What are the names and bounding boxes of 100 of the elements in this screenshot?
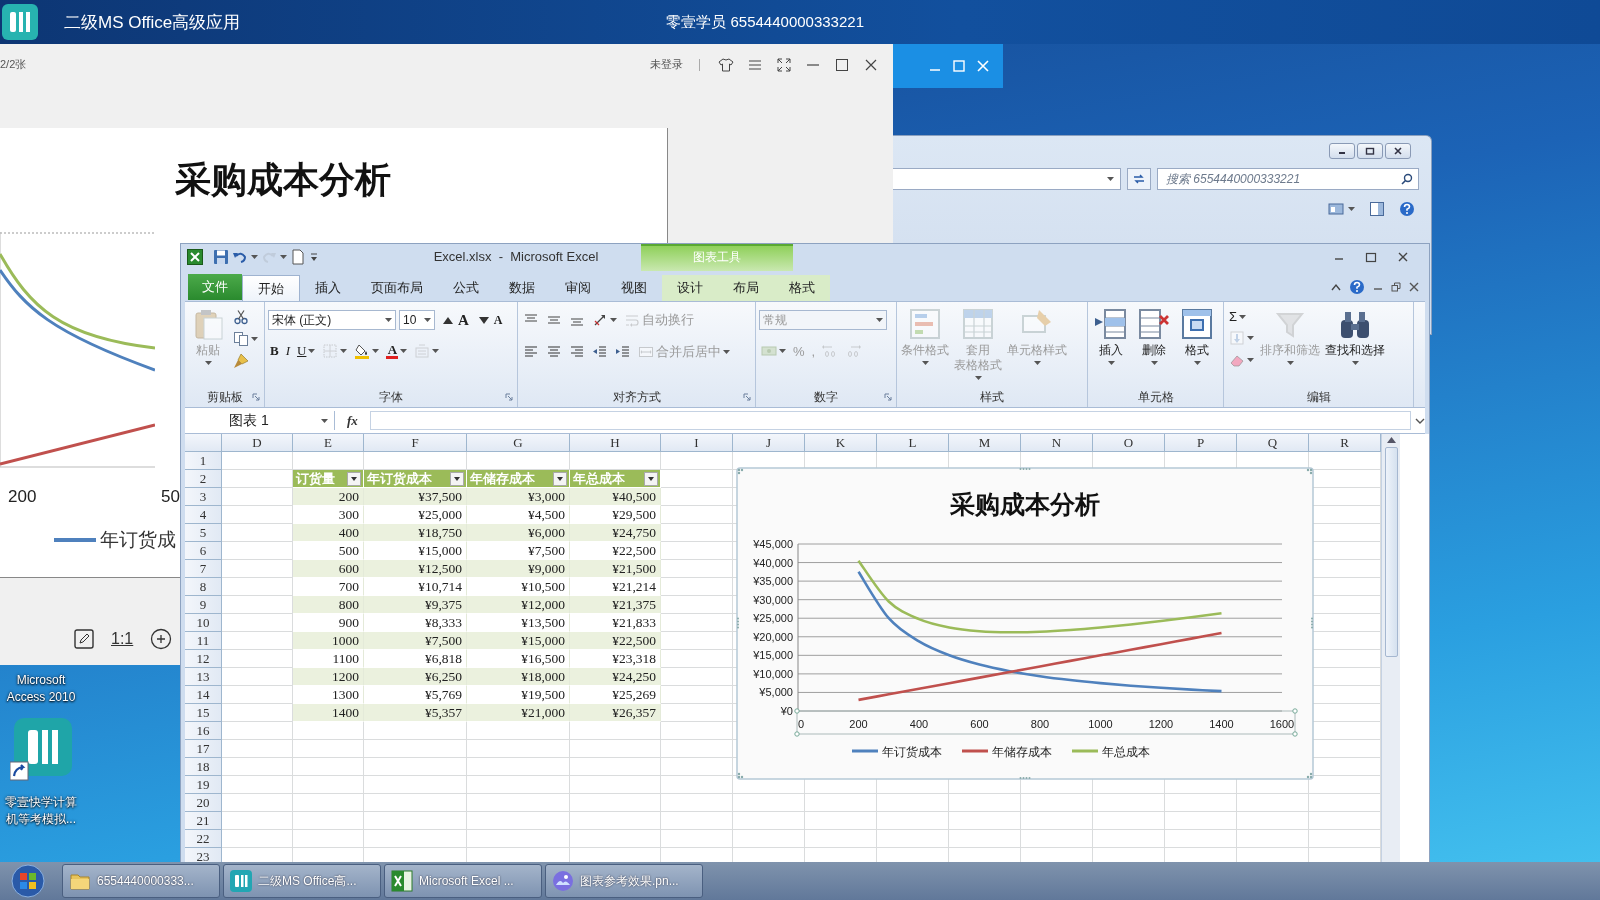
resize-handle[interactable] xyxy=(737,468,744,475)
column-header[interactable]: D xyxy=(222,434,293,452)
column-header[interactable]: Q xyxy=(1237,434,1309,452)
toolbar-button[interactable] xyxy=(231,330,260,348)
resize-handle[interactable] xyxy=(1019,777,1031,779)
scroll-up-icon[interactable] xyxy=(1386,437,1396,443)
insert-function-button[interactable]: fx xyxy=(339,412,366,429)
column-header[interactable]: G xyxy=(467,434,570,452)
icon-label[interactable]: Microsoft Access 2010 xyxy=(0,672,82,706)
dialog-launcher-icon[interactable] xyxy=(505,393,513,401)
column-header[interactable]: L xyxy=(877,434,949,452)
row-header[interactable]: 8 xyxy=(185,578,222,596)
ribbon-button[interactable]: 查找和选择 xyxy=(1324,306,1386,367)
toolbar-button[interactable]: Σ xyxy=(1227,308,1256,325)
row-header[interactable]: 10 xyxy=(185,614,222,632)
column-header[interactable]: I xyxy=(661,434,733,452)
row-header[interactable]: 13 xyxy=(185,668,222,686)
column-header[interactable]: K xyxy=(805,434,877,452)
fullscreen-icon[interactable] xyxy=(776,56,792,73)
filter-button[interactable] xyxy=(347,471,361,486)
name-box[interactable]: 图表 1 xyxy=(185,411,335,430)
row-header[interactable]: 23 xyxy=(185,848,222,862)
address-field[interactable] xyxy=(893,168,1121,190)
row-header[interactable]: 17 xyxy=(185,740,222,758)
ribbon-tab[interactable]: 格式 xyxy=(774,275,830,301)
dialog-launcher-icon[interactable] xyxy=(743,393,751,401)
dropdown-field[interactable]: 10 xyxy=(399,310,435,330)
app-shortcut-icon[interactable] xyxy=(10,718,72,782)
maximize-icon[interactable] xyxy=(834,56,850,73)
toolbar-button[interactable]: A xyxy=(384,342,410,360)
maximize-icon[interactable] xyxy=(1365,147,1375,155)
row-header[interactable]: 15 xyxy=(185,704,222,722)
restore-icon[interactable] xyxy=(1391,282,1401,292)
chart-area[interactable] xyxy=(736,467,1314,780)
zoom-in-icon[interactable] xyxy=(150,628,173,650)
preview-pane-icon[interactable] xyxy=(1369,201,1385,217)
row-header[interactable]: 5 xyxy=(185,524,222,542)
view-icon[interactable] xyxy=(1328,202,1344,216)
column-header[interactable]: P xyxy=(1165,434,1237,452)
filter-button[interactable] xyxy=(644,471,658,486)
row-header[interactable]: 6 xyxy=(185,542,222,560)
toolbar-button[interactable] xyxy=(352,342,382,360)
close-icon[interactable] xyxy=(1393,147,1403,155)
ribbon-tab[interactable]: 插入 xyxy=(300,275,356,301)
ribbon-tab[interactable]: 审阅 xyxy=(550,275,606,301)
toolbar-button[interactable]: A xyxy=(473,311,505,329)
toolbar-button[interactable]: U xyxy=(295,342,318,360)
login-link[interactable]: 未登录 xyxy=(650,57,683,72)
row-header[interactable]: 22 xyxy=(185,830,222,848)
ribbon-tab[interactable]: 页面布局 xyxy=(356,275,438,301)
help-icon[interactable] xyxy=(1399,201,1415,217)
resize-handle[interactable] xyxy=(1311,617,1313,629)
column-header[interactable]: J xyxy=(733,434,805,452)
resize-handle[interactable] xyxy=(1306,772,1313,779)
column-header[interactable]: M xyxy=(949,434,1021,452)
close-icon[interactable] xyxy=(1409,282,1419,292)
resize-handle[interactable] xyxy=(1306,468,1313,475)
ribbon-tab[interactable]: 视图 xyxy=(606,275,662,301)
collapse-ribbon-icon[interactable] xyxy=(1331,283,1341,291)
filter-button[interactable] xyxy=(553,471,567,486)
app-icon[interactable] xyxy=(0,2,40,42)
filter-button[interactable] xyxy=(450,471,464,486)
resize-handle[interactable] xyxy=(1019,468,1031,470)
expand-icon[interactable] xyxy=(1415,416,1425,425)
row-header[interactable]: 3 xyxy=(185,488,222,506)
column-header[interactable]: H xyxy=(570,434,661,452)
new-document-icon[interactable] xyxy=(290,249,306,265)
row-header[interactable]: 21 xyxy=(185,812,222,830)
row-header[interactable]: 9 xyxy=(185,596,222,614)
toolbar-button[interactable]: A xyxy=(438,310,471,330)
row-header[interactable]: 1 xyxy=(185,452,222,470)
resize-handle[interactable] xyxy=(737,772,744,779)
actual-size-button[interactable]: 1:1 xyxy=(111,630,134,648)
ribbon-tab[interactable]: 设计 xyxy=(662,275,718,301)
row-header[interactable]: 4 xyxy=(185,506,222,524)
ribbon-tab[interactable]: 布局 xyxy=(718,275,774,301)
dropdown-field[interactable]: 宋体 (正文) xyxy=(268,310,396,330)
column-header[interactable]: E xyxy=(293,434,364,452)
ribbon-button[interactable]: 插入 xyxy=(1091,306,1131,367)
row-header[interactable]: 18 xyxy=(185,758,222,776)
toolbar-button[interactable]: I xyxy=(283,342,292,360)
resize-handle[interactable] xyxy=(737,617,739,629)
excel-logo-icon[interactable] xyxy=(187,249,203,265)
shirt-icon[interactable] xyxy=(718,56,734,73)
ribbon-tab[interactable]: 开始 xyxy=(242,275,300,301)
vertical-scrollbar[interactable] xyxy=(1381,434,1400,862)
file-tab[interactable]: 文件 xyxy=(188,274,242,300)
ribbon-button[interactable]: 格式 xyxy=(1177,306,1217,367)
column-header[interactable]: F xyxy=(364,434,467,452)
row-header[interactable]: 19 xyxy=(185,776,222,794)
axis-selection[interactable] xyxy=(794,708,1298,737)
close-icon[interactable] xyxy=(1397,251,1409,263)
row-header[interactable]: 11 xyxy=(185,632,222,650)
ribbon-tab[interactable]: 公式 xyxy=(438,275,494,301)
row-header[interactable]: 12 xyxy=(185,650,222,668)
column-header[interactable]: O xyxy=(1093,434,1165,452)
select-all-corner[interactable] xyxy=(185,434,222,452)
help-icon[interactable] xyxy=(1349,279,1365,295)
dialog-launcher-icon[interactable] xyxy=(884,393,892,401)
column-header[interactable]: N xyxy=(1021,434,1093,452)
